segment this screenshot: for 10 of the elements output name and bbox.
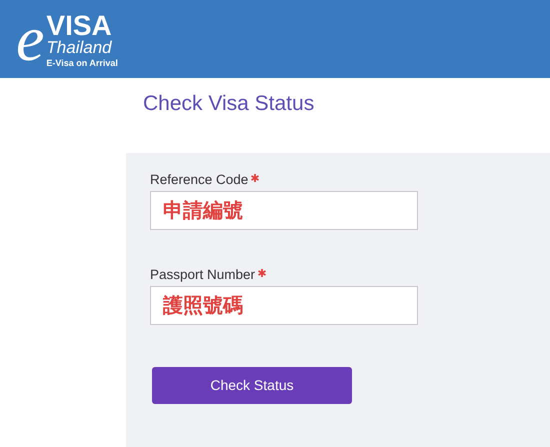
logo-letter: e [16,9,44,69]
input-field[interactable]: 護照號碼 [150,286,418,325]
field-label: Passport Number [150,266,256,284]
check-status-button[interactable]: Check Status [152,367,352,404]
field-label: Reference Code [150,171,248,189]
logo-country: Thailand [46,39,112,57]
input-field[interactable]: 申請編號 [150,191,418,230]
page-title: Check Visa Status [143,91,314,117]
logo-tagline: E-Visa on Arrival [46,57,118,69]
logo-word: VISA [46,13,112,39]
